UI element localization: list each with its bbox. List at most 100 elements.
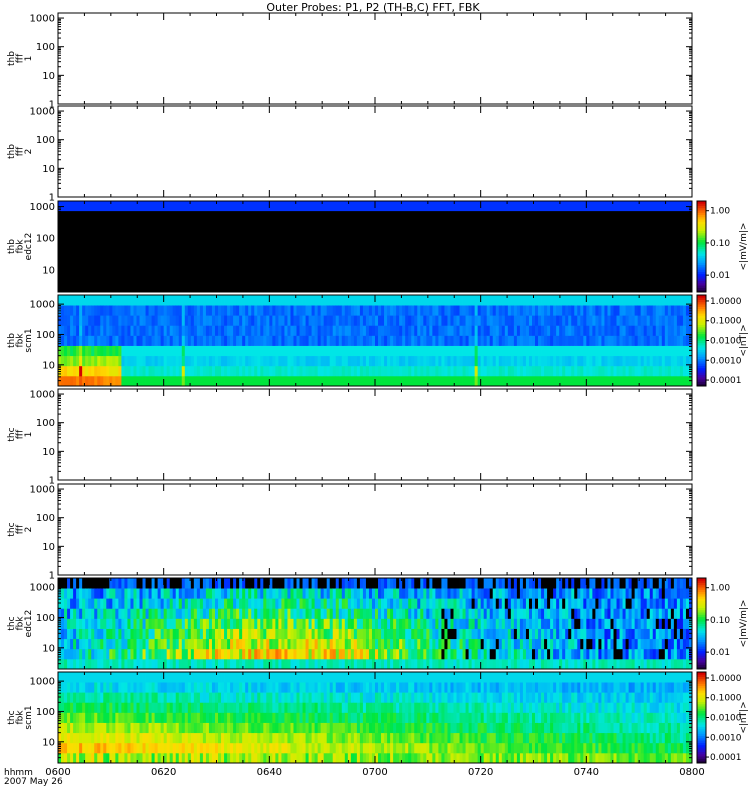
spectrogram-cell: [148, 588, 152, 599]
spectrogram-cell: [272, 618, 276, 629]
spectrogram-cell: [224, 628, 228, 640]
spectrogram-cell: [127, 628, 131, 640]
y-tick-label: 1000: [30, 14, 55, 25]
spectrogram-cell: [556, 588, 560, 599]
spectrogram-cell: [139, 682, 143, 693]
spectrogram-cell: [251, 325, 255, 336]
spectrogram-cell: [79, 752, 83, 764]
spectrogram-cell: [326, 628, 331, 640]
spectrogram-cell: [471, 375, 476, 387]
spectrogram-cell: [375, 618, 379, 629]
spectrogram-cell: [450, 648, 454, 660]
spectrogram-cell: [233, 578, 237, 589]
spectrogram-cell: [580, 588, 584, 599]
spectrogram-cell: [172, 648, 177, 660]
spectrogram-cell: [535, 325, 539, 336]
spectrogram-cell: [411, 315, 415, 326]
spectrogram-cell: [103, 638, 107, 650]
spectrogram-cell: [103, 598, 107, 609]
spectrogram-cell: [507, 578, 512, 589]
spectrogram-cell: [136, 588, 140, 599]
spectrogram-cell: [67, 722, 71, 734]
spectrogram-cell: [139, 752, 143, 764]
spectrogram-cell: [127, 335, 131, 346]
spectrogram-cell: [489, 305, 494, 316]
spectrogram-cell: [652, 658, 657, 670]
spectrogram-cell: [613, 325, 617, 336]
spectrogram-cell: [350, 658, 355, 670]
spectrogram-cell: [676, 608, 681, 619]
spectrogram-cell: [67, 588, 71, 599]
spectrogram-cell: [254, 365, 258, 377]
spectrogram-cell: [399, 638, 403, 650]
spectrogram-cell: [429, 345, 433, 357]
spectrogram-cell: [169, 325, 174, 336]
spectrogram-cell: [396, 305, 400, 316]
spectrogram-cell: [583, 355, 587, 367]
spectrogram-cell: [166, 658, 171, 670]
spectrogram-cell: [115, 588, 119, 599]
spectrogram-cell: [450, 658, 454, 670]
spectrogram-cell: [426, 335, 430, 346]
spectrogram-cell: [221, 638, 225, 650]
spectrogram-cell: [296, 618, 300, 629]
spectrogram-cell: [82, 658, 86, 670]
spectrogram-cell: [133, 578, 137, 589]
spectrogram-cell: [444, 335, 448, 346]
spectrogram-cell: [417, 608, 421, 619]
spectrogram-cell: [405, 375, 409, 387]
colorbar-tick-label: 0.1000: [710, 317, 742, 327]
spectrogram-cell: [227, 638, 231, 650]
spectrogram-cell: [541, 325, 545, 336]
spectrogram-cell: [631, 375, 636, 387]
colorbar-step: [697, 219, 706, 222]
spectrogram-cell: [468, 638, 473, 650]
spectrogram-cell: [76, 588, 80, 599]
spectrogram-cell: [296, 648, 300, 660]
spectrogram-cell: [622, 638, 626, 650]
spectrogram-cell: [193, 578, 198, 589]
spectrogram-cell: [550, 598, 554, 609]
spectrogram-cell: [121, 335, 125, 346]
spectrogram-cell: [157, 588, 162, 599]
spectrogram-cell: [221, 305, 225, 316]
spectrogram-cell: [613, 365, 617, 377]
spectrogram-cell: [121, 375, 125, 387]
spectrogram-cell: [498, 335, 503, 346]
spectrogram-cell: [341, 345, 346, 357]
colorbar-step: [697, 646, 706, 649]
spectrogram-cell: [227, 305, 231, 316]
spectrogram-cell: [124, 742, 128, 754]
spectrogram-cell: [607, 628, 611, 640]
spectrogram-cell: [616, 578, 620, 589]
spectrogram-cell: [384, 305, 388, 316]
spectrogram-cell: [682, 305, 687, 316]
spectrogram-cell: [211, 365, 216, 377]
spectrogram-cell: [438, 335, 442, 346]
spectrogram-cell: [239, 648, 243, 660]
spectrogram-cell: [447, 305, 451, 316]
spectrogram-cell: [230, 608, 234, 619]
panel-label-line: 1: [24, 432, 34, 438]
colorbar-step: [697, 266, 706, 270]
spectrogram-cell: [513, 638, 518, 650]
spectrogram-cell: [604, 375, 608, 387]
spectrogram-cell: [347, 315, 352, 326]
spectrogram-cell: [205, 618, 210, 629]
spectrogram-cell: [468, 588, 473, 599]
spectrogram-cell: [257, 608, 261, 619]
spectrogram-cell: [94, 638, 98, 650]
spectrogram-cell: [525, 648, 530, 660]
spectrogram-cell: [462, 638, 466, 650]
spectrogram-cell: [254, 588, 258, 599]
colorbar-thb-fbk-scm1: 1.00000.10000.01000.00100.0001<|nT|>: [696, 294, 749, 387]
spectrogram-cell: [205, 648, 210, 660]
spectrogram-cell: [278, 375, 282, 387]
spectrogram-cell: [637, 365, 642, 377]
spectrogram-cell: [287, 315, 291, 326]
spectrogram-cell: [365, 648, 370, 660]
spectrogram-cell: [109, 732, 113, 744]
spectrogram-cell: [538, 375, 542, 387]
spectrogram-cell: [408, 295, 412, 306]
spectrogram-cell: [160, 628, 165, 640]
